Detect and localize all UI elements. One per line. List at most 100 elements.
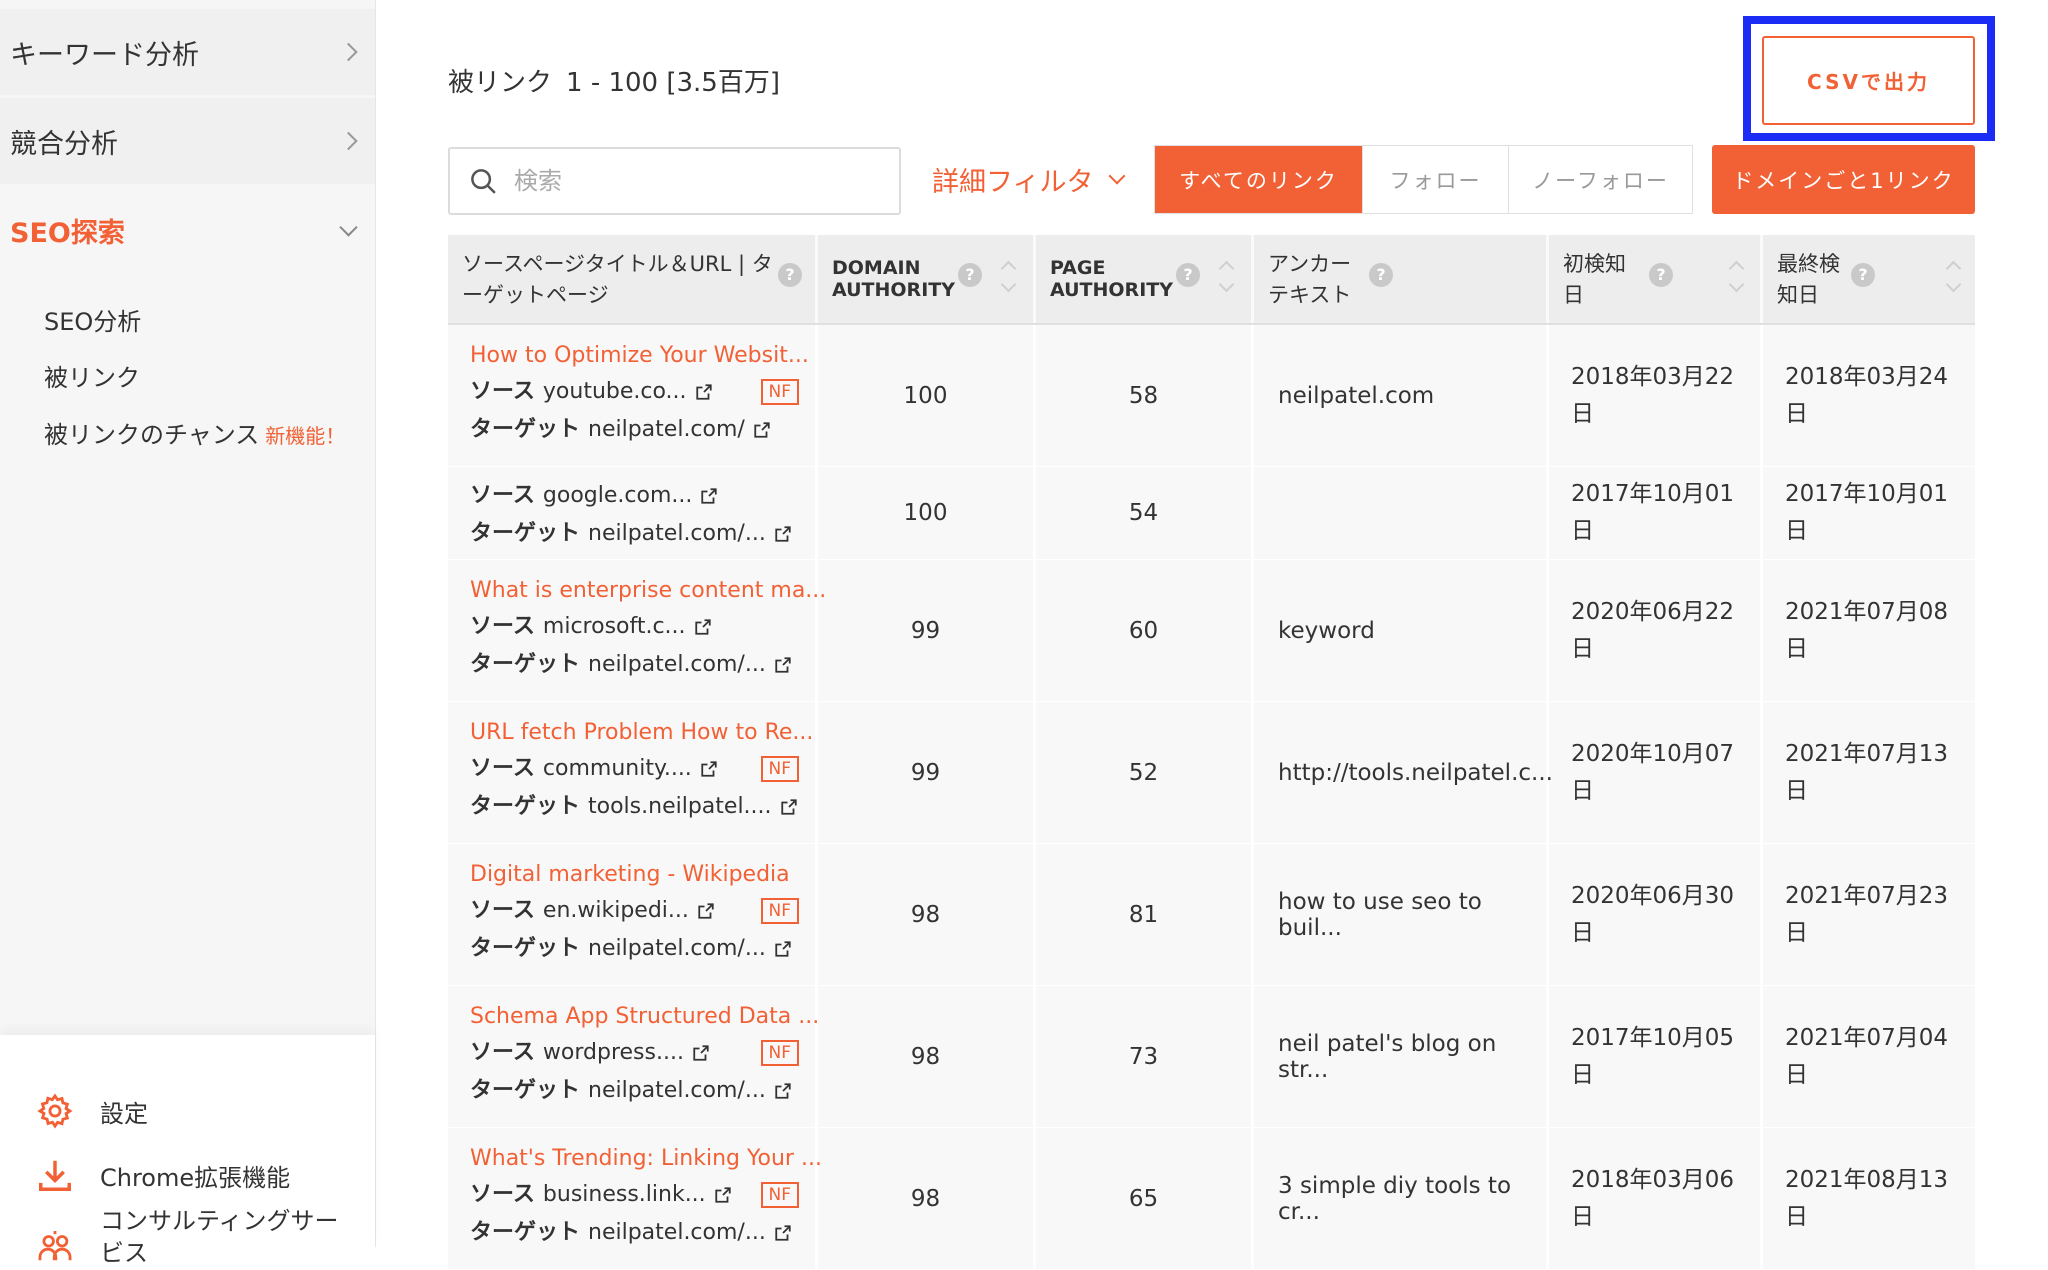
- target-url-link[interactable]: tools.neilpatel....: [588, 788, 772, 826]
- csv-export-button[interactable]: CSVで出力: [1762, 36, 1975, 125]
- chrome-extension-link[interactable]: Chrome拡張機能: [36, 1156, 290, 1194]
- sort-icon[interactable]: [1218, 257, 1235, 297]
- source-line: ソース microsoft.c... NF: [470, 608, 815, 646]
- nofollow-badge: NF: [760, 898, 799, 924]
- table-row[interactable]: URL fetch Problem How to Re... ソース commu…: [448, 702, 1975, 844]
- cell-source: How to Optimize Your Websit... ソース youtu…: [448, 325, 818, 466]
- source-url-link[interactable]: youtube.co...: [543, 373, 687, 411]
- external-link-icon[interactable]: [774, 1082, 792, 1100]
- header-page-authority-label: PAGE AUTHORITY: [1050, 257, 1173, 301]
- sidebar: キーワード分析 競合分析 SEO探索 SEO分析 被リンク 被リンクのチャンス新…: [0, 0, 376, 1267]
- link-type-tabs: すべてのリンク フォロー ノーフォロー: [1154, 145, 1693, 214]
- help-icon[interactable]: ?: [958, 263, 982, 287]
- source-line: ソース business.link... NF: [470, 1176, 815, 1214]
- target-url-link[interactable]: neilpatel.com/...: [588, 515, 766, 553]
- source-line: ソース community.... NF: [470, 750, 815, 788]
- advanced-filter-dropdown[interactable]: 詳細フィルタ: [932, 160, 1126, 199]
- external-link-icon[interactable]: [774, 940, 792, 958]
- cell-first-seen: 2018年03月22日: [1549, 325, 1763, 466]
- external-link-icon[interactable]: [780, 798, 798, 816]
- external-link-icon[interactable]: [774, 656, 792, 674]
- sidebar-item-keyword-analysis[interactable]: キーワード分析: [0, 9, 375, 95]
- external-link-icon[interactable]: [700, 760, 718, 778]
- search-input[interactable]: [512, 166, 876, 196]
- help-icon[interactable]: ?: [1851, 263, 1875, 287]
- table-row[interactable]: How to Optimize Your Websit... ソース youtu…: [448, 325, 1975, 467]
- cell-anchor-text: http://tools.neilpatel.c...: [1254, 702, 1553, 843]
- source-url-link[interactable]: microsoft.c...: [543, 608, 686, 646]
- advanced-filter-label: 詳細フィルタ: [932, 167, 1094, 198]
- header-page-authority[interactable]: PAGE AUTHORITY ?: [1036, 235, 1254, 323]
- source-url-link[interactable]: community....: [543, 750, 692, 788]
- source-url-link[interactable]: business.link...: [543, 1176, 706, 1214]
- sidebar-item-seo-explore[interactable]: SEO探索: [0, 187, 375, 273]
- external-link-icon[interactable]: [753, 421, 771, 439]
- chevron-right-icon: [339, 131, 358, 151]
- source-page-title-link[interactable]: What's Trending: Linking Your ...: [470, 1142, 822, 1176]
- target-url-link[interactable]: neilpatel.com/: [588, 411, 745, 449]
- chrome-extension-label: Chrome拡張機能: [100, 1163, 291, 1192]
- sort-icon[interactable]: [1728, 257, 1745, 297]
- help-icon[interactable]: ?: [778, 263, 802, 287]
- source-label: ソース: [470, 614, 535, 639]
- sidebar-subitem-backlink-opportunities[interactable]: 被リンクのチャンス 新機能！: [44, 415, 345, 450]
- help-icon[interactable]: ?: [1369, 263, 1393, 287]
- external-link-icon[interactable]: [714, 1186, 732, 1204]
- tab-follow[interactable]: フォロー: [1363, 146, 1509, 213]
- tab-nofollow[interactable]: ノーフォロー: [1509, 146, 1692, 213]
- source-line: ソース google.com... NF: [470, 477, 815, 515]
- source-page-title-link[interactable]: Schema App Structured Data ...: [470, 1000, 819, 1034]
- table-row[interactable]: Digital marketing - Wikipedia ソース en.wik…: [448, 844, 1975, 986]
- header-anchor-text[interactable]: アンカーテキスト ?: [1254, 235, 1549, 323]
- last-seen-date: 2021年07月13日: [1785, 740, 1949, 804]
- one-link-per-domain-button[interactable]: ドメインごと1リンク: [1712, 145, 1975, 214]
- cell-page-authority: 52: [1036, 702, 1254, 843]
- external-link-icon[interactable]: [697, 902, 715, 920]
- table-header: ソースページタイトル＆URL | ターゲットページ ? DOMAIN AUTHO…: [448, 235, 1975, 325]
- cell-source: Digital marketing - Wikipedia ソース en.wik…: [448, 844, 818, 985]
- target-url-link[interactable]: neilpatel.com/...: [588, 930, 766, 968]
- target-line: ターゲット neilpatel.com/...: [470, 930, 815, 968]
- sort-icon[interactable]: [1000, 257, 1017, 297]
- source-page-title-link[interactable]: What is enterprise content ma...: [470, 574, 826, 608]
- external-link-icon[interactable]: [774, 1224, 792, 1242]
- table-row[interactable]: Schema App Structured Data ... ソース wordp…: [448, 986, 1975, 1128]
- first-seen-date: 2017年10月01日: [1571, 481, 1735, 544]
- table-row[interactable]: ソース google.com... NF ターゲット neilpatel.com…: [448, 467, 1975, 560]
- source-url-link[interactable]: wordpress....: [543, 1034, 684, 1072]
- external-link-icon[interactable]: [774, 525, 792, 543]
- table-row[interactable]: What is enterprise content ma... ソース mic…: [448, 560, 1975, 702]
- header-domain-authority[interactable]: DOMAIN AUTHORITY ?: [818, 235, 1036, 323]
- search-box[interactable]: [448, 147, 901, 215]
- table-row[interactable]: What's Trending: Linking Your ... ソース bu…: [448, 1128, 1975, 1270]
- source-url-link[interactable]: en.wikipedi...: [543, 892, 689, 930]
- external-link-icon[interactable]: [694, 618, 712, 636]
- tab-all-links[interactable]: すべてのリンク: [1155, 146, 1363, 213]
- external-link-icon[interactable]: [700, 487, 718, 505]
- help-icon[interactable]: ?: [1176, 263, 1200, 287]
- target-url-link[interactable]: neilpatel.com/...: [588, 1214, 766, 1252]
- header-last-seen[interactable]: 最終検知日 ?: [1763, 235, 1975, 323]
- settings-link[interactable]: 設定: [36, 1092, 148, 1130]
- first-seen-date: 2020年06月22日: [1571, 598, 1735, 662]
- first-seen-date: 2020年06月30日: [1571, 882, 1735, 946]
- external-link-icon[interactable]: [692, 1044, 710, 1062]
- source-page-title-link[interactable]: How to Optimize Your Websit...: [470, 339, 815, 373]
- source-page-title-link[interactable]: Digital marketing - Wikipedia: [470, 858, 815, 892]
- target-label: ターゲット: [470, 417, 581, 442]
- cell-domain-authority: 99: [818, 560, 1036, 701]
- help-icon[interactable]: ?: [1649, 263, 1673, 287]
- source-url-link[interactable]: google.com...: [543, 477, 692, 515]
- source-page-title-link[interactable]: URL fetch Problem How to Re...: [470, 716, 815, 750]
- target-url-link[interactable]: neilpatel.com/...: [588, 646, 766, 684]
- header-source[interactable]: ソースページタイトル＆URL | ターゲットページ ?: [448, 235, 818, 323]
- sort-icon[interactable]: [1945, 257, 1962, 297]
- sidebar-subitem-backlinks[interactable]: 被リンク: [44, 358, 140, 393]
- consulting-link[interactable]: コンサルティングサービス: [36, 1205, 350, 1269]
- header-first-seen[interactable]: 初検知日 ?: [1549, 235, 1763, 323]
- target-url-link[interactable]: neilpatel.com/...: [588, 1072, 766, 1110]
- source-line: ソース en.wikipedi... NF: [470, 892, 815, 930]
- sidebar-item-competitor-analysis[interactable]: 競合分析: [0, 98, 375, 184]
- external-link-icon[interactable]: [695, 383, 713, 401]
- sidebar-subitem-seo-analysis[interactable]: SEO分析: [44, 302, 141, 337]
